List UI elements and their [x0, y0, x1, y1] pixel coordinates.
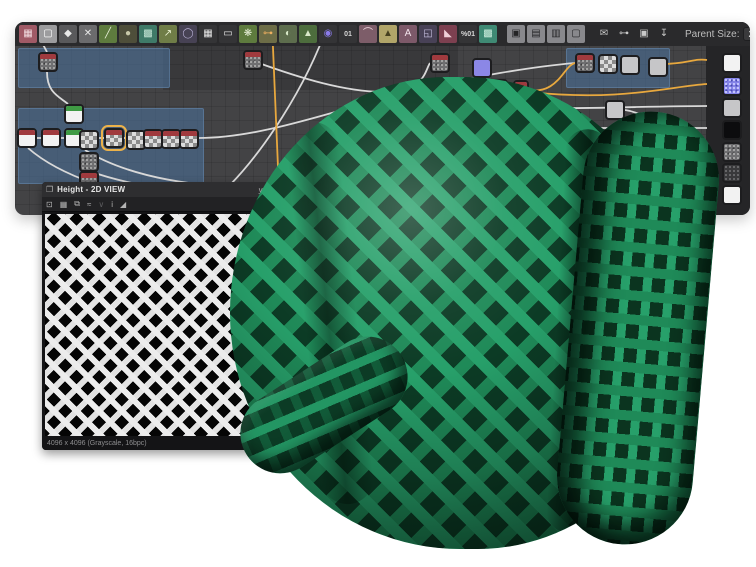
node-header — [19, 130, 35, 135]
new-linked-icon[interactable]: ▤ — [527, 25, 545, 43]
node-toolbar: ▦ ▢ ◆ ✕ ╱ ● ▩ ↗ ◯ ▦ ▭ ❋ ⊶ ◐ ▲ ◉ 01 ⌒ ▲ A ◱ ◣ %01 ▩ ▣ ▤ ▥ ▢ ✉ ⊶ ▣ ↧ Pare… — [15, 22, 750, 46]
new-frame-icon[interactable]: ▢ — [567, 25, 585, 43]
info-view-icon[interactable]: i — [111, 200, 113, 209]
graph-node-purple[interactable] — [513, 80, 529, 96]
curve-icon[interactable]: ╱ — [99, 25, 117, 43]
curve-bridge-icon[interactable]: ⌒ — [359, 25, 377, 43]
node-header — [577, 55, 593, 60]
shape-circle-icon[interactable]: ◯ — [179, 25, 197, 43]
graph-node-white[interactable] — [41, 128, 61, 148]
graph-node-noise[interactable] — [722, 142, 742, 162]
shape-cone-icon[interactable]: ▲ — [299, 25, 317, 43]
svg-icon[interactable]: ▢ — [39, 25, 57, 43]
pin-view-icon[interactable]: ⊻ — [258, 187, 264, 196]
toolbar-size-controls: Parent Size: 2048 ∨ ∞ 2048 ∨ ⟲ — [685, 25, 750, 43]
shape-splatter-icon[interactable]: ❋ — [239, 25, 257, 43]
view2d-panel: ❐ Height - 2D VIEW ⊻ ⧉ ✕ ⊡ ▦ ⧉ ≈ ∨ i ◢ 4096 x 40… — [42, 182, 292, 450]
compare-dropdown-icon[interactable]: ∨ — [98, 200, 104, 209]
graph-node-black[interactable] — [722, 120, 742, 140]
quantize-icon[interactable]: %01 — [459, 25, 477, 43]
dot-link-icon[interactable]: ⊶ — [259, 25, 277, 43]
node-header — [163, 131, 179, 136]
text-icon[interactable]: A — [399, 25, 417, 43]
node-header — [432, 55, 448, 60]
view2d-header[interactable]: ❐ Height - 2D VIEW ⊻ ⧉ ✕ — [42, 182, 292, 197]
blur-icon[interactable]: ● — [119, 25, 137, 43]
graph-node-checker[interactable] — [598, 54, 618, 74]
node-header — [181, 131, 197, 136]
view2d-window-buttons: ⊻ ⧉ ✕ — [252, 182, 288, 199]
graph-node-bluenoise[interactable] — [722, 76, 742, 96]
view2d-title: Height - 2D VIEW — [57, 185, 126, 194]
close-view-icon[interactable]: ✕ — [281, 187, 288, 196]
checker-pattern-icon[interactable]: ▩ — [479, 25, 497, 43]
shape-sphere-icon[interactable]: ◐ — [279, 25, 297, 43]
graph-dark-band — [163, 46, 458, 90]
gradient-map-icon[interactable]: ◉ — [319, 25, 337, 43]
graph-node-plain[interactable] — [620, 55, 640, 75]
parent-size-label: Parent Size: — [685, 28, 740, 40]
graph-node-checker[interactable] — [161, 129, 181, 149]
blend-icon[interactable]: ◆ — [59, 25, 77, 43]
graph-node-noise[interactable] — [575, 53, 595, 73]
warp-icon[interactable]: ↗ — [159, 25, 177, 43]
node-header — [81, 173, 97, 178]
graph-node-noise[interactable] — [38, 52, 58, 72]
new-bitmap-icon[interactable]: ▣ — [507, 25, 525, 43]
bucket-icon[interactable]: ▭ — [219, 25, 237, 43]
node-header — [40, 54, 56, 59]
float-view-icon[interactable]: ⧉ — [270, 187, 276, 196]
graph-node-noise[interactable] — [243, 50, 263, 70]
height-map-preview[interactable] — [45, 214, 289, 436]
tile-generator-icon[interactable]: ▦ — [199, 25, 217, 43]
pin-icon[interactable]: ↧ — [655, 25, 673, 43]
fit-view-icon[interactable]: ⊡ — [46, 200, 53, 209]
dot-node-icon[interactable]: ⊶ — [615, 25, 633, 43]
transform-icon[interactable]: ◱ — [419, 25, 437, 43]
channels-view-icon[interactable]: ≈ — [87, 200, 91, 209]
view2d-toolbar: ⊡ ▦ ⧉ ≈ ∨ i ◢ — [42, 197, 292, 212]
flood-fill-icon[interactable]: ◣ — [439, 25, 457, 43]
node-header — [515, 82, 527, 87]
graph-node-checker[interactable] — [179, 129, 199, 149]
graph-node-white[interactable] — [64, 104, 84, 124]
panel-window-icon: ❐ — [46, 185, 54, 194]
node-header — [145, 131, 161, 136]
graph-node-purple[interactable] — [472, 58, 492, 78]
graph-node-noise[interactable] — [79, 152, 99, 172]
graph-node-plain[interactable] — [722, 98, 742, 118]
graph-node-checker[interactable] — [143, 129, 163, 149]
frame-image-icon[interactable]: ▣ — [635, 25, 653, 43]
levels-icon[interactable]: 01 — [339, 25, 357, 43]
graph-node-noise[interactable] — [430, 53, 450, 73]
node-header — [245, 52, 261, 57]
node-header — [43, 130, 59, 135]
view2d-resolution-text: 4096 x 4096 (Grayscale, 16bpc) — [42, 437, 292, 450]
new-svg-icon[interactable]: ▥ — [547, 25, 565, 43]
comment-icon[interactable]: ✉ — [595, 25, 613, 43]
graph-node-plain[interactable] — [648, 57, 668, 77]
graph-node-purple[interactable] — [492, 79, 508, 95]
graph-node-white[interactable] — [722, 185, 742, 205]
histogram-view-icon[interactable]: ◢ — [120, 200, 126, 209]
channel-shuffle-icon[interactable]: ✕ — [79, 25, 97, 43]
directional-warp-icon[interactable]: ▩ — [139, 25, 157, 43]
screenshot-stage: ▦ ▢ ◆ ✕ ╱ ● ▩ ↗ ◯ ▦ ▭ ❋ ⊶ ◐ ▲ ◉ 01 ⌒ ▲ A ◱ ◣ %01 ▩ ▣ ▤ ▥ ▢ ✉ ⊶ ▣ ↧ Pare… — [0, 0, 756, 567]
node-header — [66, 106, 82, 111]
graph-node-checker[interactable] — [79, 130, 99, 150]
graph-node-white[interactable] — [17, 128, 37, 148]
graph-node-white[interactable] — [722, 53, 742, 73]
copy-view-icon[interactable]: ⧉ — [74, 199, 80, 209]
warning-triangle-icon[interactable]: ▲ — [379, 25, 397, 43]
node-header — [106, 130, 122, 135]
graph-node-plain[interactable] — [605, 100, 625, 120]
save-view-icon[interactable]: ▦ — [60, 200, 68, 209]
bitmap-icon[interactable]: ▦ — [19, 25, 37, 43]
graph-node-noisedark[interactable] — [722, 163, 742, 183]
graph-node-checker[interactable] — [101, 125, 127, 151]
parent-size-select[interactable]: 2048 ∨ — [743, 27, 750, 41]
